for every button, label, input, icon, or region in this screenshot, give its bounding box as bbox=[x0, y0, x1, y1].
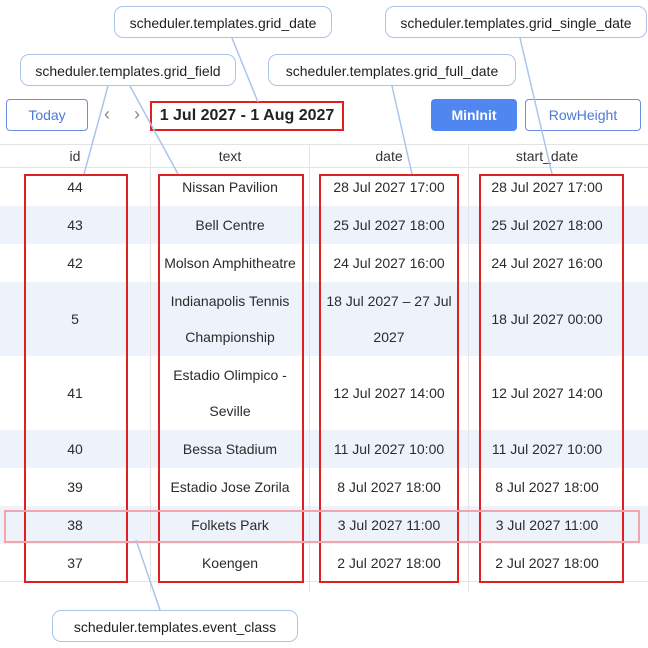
cell-id: 39 bbox=[67, 479, 83, 495]
today-button[interactable]: Today bbox=[6, 99, 88, 131]
cell-start-date: 12 Jul 2027 14:00 bbox=[491, 385, 603, 401]
callout-grid-full-date: scheduler.templates.grid_full_date bbox=[268, 54, 516, 86]
cell-id: 38 bbox=[67, 517, 83, 533]
column-header-id[interactable]: id bbox=[0, 145, 150, 167]
cell-text: Estadio Olimpico - Seville bbox=[173, 367, 287, 419]
callout-event-class: scheduler.templates.event_class bbox=[52, 610, 298, 642]
column-divider bbox=[468, 144, 469, 592]
cell-id: 44 bbox=[67, 179, 83, 195]
cell-text: Nissan Pavilion bbox=[182, 179, 278, 195]
cell-text: Bessa Stadium bbox=[182, 441, 278, 457]
cell-date: 2 Jul 2027 18:00 bbox=[337, 554, 441, 571]
chevron-right-icon[interactable]: › bbox=[134, 104, 140, 124]
cell-text: Estadio Jose Zorila bbox=[170, 479, 290, 495]
cell-id: 42 bbox=[67, 255, 83, 271]
table-row[interactable]: 37 Koengen 2 Jul 2027 18:00 2 Jul 2027 1… bbox=[0, 544, 648, 582]
cell-date: 12 Jul 2027 14:00 bbox=[333, 385, 445, 401]
table-row[interactable]: 43 Bell Centre 25 Jul 2027 18:00 25 Jul … bbox=[0, 206, 648, 244]
table-row[interactable]: 40 Bessa Stadium 11 Jul 2027 10:00 11 Ju… bbox=[0, 430, 648, 468]
cell-text: Koengen bbox=[201, 554, 259, 571]
mininit-button[interactable]: MinInit bbox=[431, 99, 517, 131]
cell-date: 8 Jul 2027 18:00 bbox=[337, 479, 441, 495]
cell-text: Folkets Park bbox=[191, 517, 269, 533]
cell-id: 43 bbox=[67, 217, 83, 233]
cell-date: 11 Jul 2027 10:00 bbox=[333, 441, 445, 457]
column-divider bbox=[309, 144, 310, 592]
callout-grid-date: scheduler.templates.grid_date bbox=[114, 6, 332, 38]
cell-start-date: 24 Jul 2027 16:00 bbox=[491, 255, 603, 271]
column-header-text[interactable]: text bbox=[151, 145, 309, 167]
cell-text: Molson Amphitheatre bbox=[164, 255, 296, 271]
cell-date: 18 Jul 2027 – 27 Jul 2027 bbox=[326, 293, 452, 345]
grid-view: id text date start_date 44 Nissan Pavili… bbox=[0, 144, 648, 582]
cell-id: 5 bbox=[71, 311, 79, 327]
cell-start-date: 3 Jul 2027 11:00 bbox=[495, 517, 599, 533]
table-row[interactable]: 41 Estadio Olimpico - Seville 12 Jul 202… bbox=[0, 356, 648, 430]
table-row[interactable]: 44 Nissan Pavilion 28 Jul 2027 17:00 28 … bbox=[0, 168, 648, 206]
cell-text: Indianapolis Tennis Championship bbox=[170, 293, 290, 345]
cell-date: 25 Jul 2027 18:00 bbox=[333, 217, 445, 233]
table-row[interactable]: 5 Indianapolis Tennis Championship 18 Ju… bbox=[0, 282, 648, 356]
cell-start-date: 11 Jul 2027 10:00 bbox=[491, 441, 603, 457]
cell-start-date: 25 Jul 2027 18:00 bbox=[491, 217, 603, 233]
table-row[interactable]: 42 Molson Amphitheatre 24 Jul 2027 16:00… bbox=[0, 244, 648, 282]
column-header-date[interactable]: date bbox=[310, 145, 468, 167]
cell-start-date: 28 Jul 2027 17:00 bbox=[491, 179, 603, 195]
cell-start-date: 2 Jul 2027 18:00 bbox=[495, 554, 599, 571]
table-row[interactable]: 38 Folkets Park 3 Jul 2027 11:00 3 Jul 2… bbox=[0, 506, 648, 544]
cell-date: 3 Jul 2027 11:00 bbox=[337, 517, 441, 533]
grid-header: id text date start_date bbox=[0, 144, 648, 168]
rowheight-button[interactable]: RowHeight bbox=[525, 99, 641, 131]
cell-text: Bell Centre bbox=[195, 217, 265, 233]
cell-start-date: 8 Jul 2027 18:00 bbox=[495, 479, 599, 495]
cell-date: 24 Jul 2027 16:00 bbox=[333, 255, 445, 271]
column-divider bbox=[150, 144, 151, 592]
cell-date: 28 Jul 2027 17:00 bbox=[333, 179, 445, 195]
column-header-start-date[interactable]: start_date bbox=[469, 145, 625, 167]
cell-start-date: 18 Jul 2027 00:00 bbox=[491, 311, 603, 327]
cell-id: 40 bbox=[67, 441, 83, 457]
cell-id: 41 bbox=[67, 385, 83, 401]
table-row[interactable]: 39 Estadio Jose Zorila 8 Jul 2027 18:00 … bbox=[0, 468, 648, 506]
cell-id: 37 bbox=[67, 554, 83, 571]
date-range-title: 1 Jul 2027 - 1 Aug 2027 bbox=[150, 101, 344, 131]
callout-grid-field: scheduler.templates.grid_field bbox=[20, 54, 236, 86]
callout-grid-single-date: scheduler.templates.grid_single_date bbox=[385, 6, 647, 38]
chevron-left-icon[interactable]: ‹ bbox=[104, 104, 110, 124]
